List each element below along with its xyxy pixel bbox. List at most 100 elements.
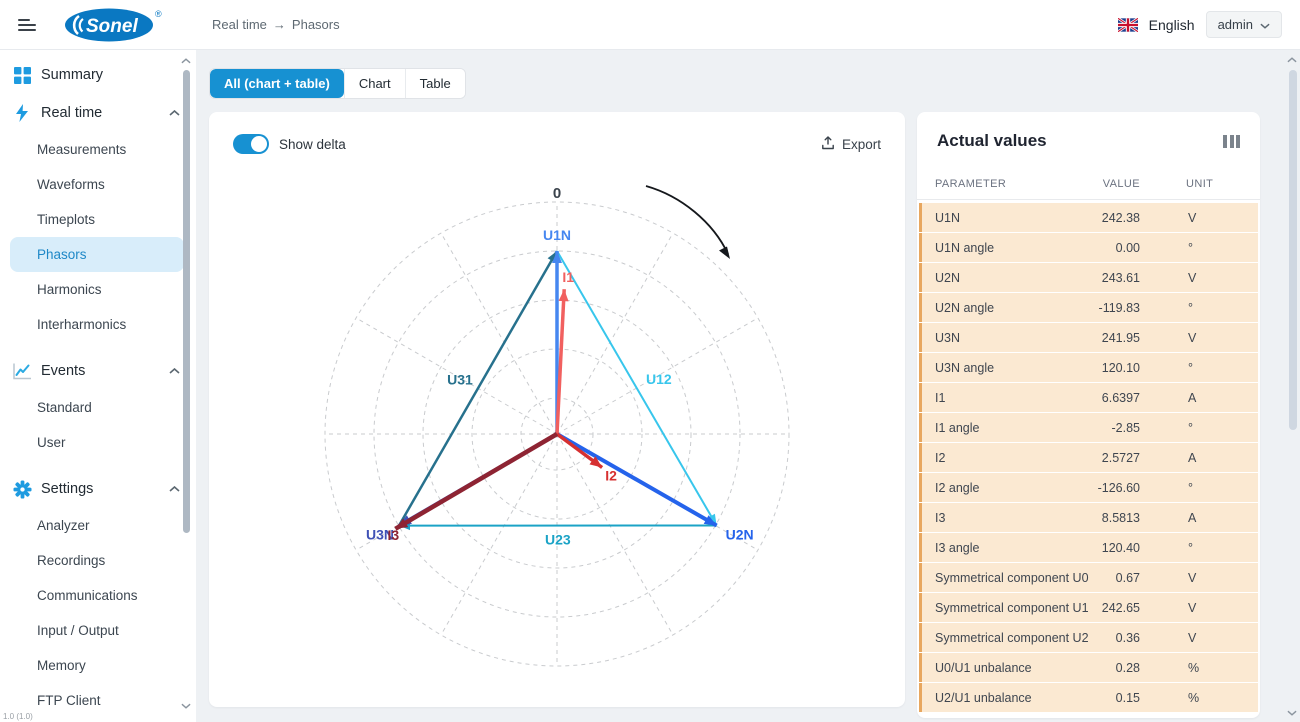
sidebar-item-settings[interactable]: Settings <box>0 470 196 508</box>
vector-label-I2: I2 <box>605 468 617 484</box>
sidebar-item-real-time[interactable]: Real time <box>0 94 196 132</box>
phasor-chart-card: Show delta Export 0U12U23U31U1NU2NU3NI1I… <box>209 112 905 707</box>
value-cell: 0.36 <box>1094 631 1172 645</box>
sidebar: Summary Real time MeasurementsWaveformsT… <box>0 50 196 722</box>
table-row: I1 6.6397 A <box>919 383 1258 412</box>
unit-cell: ° <box>1172 301 1258 315</box>
rotation-direction-arrowhead <box>719 247 730 260</box>
table-row: U0/U1 unbalance 0.28 % <box>919 653 1258 682</box>
sonel-logo: Sonel ® <box>64 7 164 43</box>
delta-edge-label-U31: U31 <box>447 371 473 387</box>
sidebar-subitem[interactable]: Harmonics <box>10 272 184 307</box>
table-row: I2 angle -126.60 ° <box>919 473 1258 502</box>
grid-spoke <box>557 434 673 635</box>
unit-cell: ° <box>1172 421 1258 435</box>
sidebar-subitem[interactable]: Recordings <box>10 543 184 578</box>
topbar: Sonel ® Real time → Phasors English admi… <box>0 0 1300 50</box>
parameter-cell: U1N <box>922 211 1094 225</box>
tab-table[interactable]: Table <box>405 69 465 98</box>
sidebar-item-events[interactable]: Events <box>0 352 196 390</box>
unit-cell: ° <box>1172 481 1258 495</box>
parameter-cell: I2 <box>922 451 1094 465</box>
parameter-cell: U1N angle <box>922 241 1094 255</box>
dashboard-grid-icon <box>13 67 32 84</box>
table-row: U2N angle -119.83 ° <box>919 293 1258 322</box>
page-scrollbar-thumb[interactable] <box>1289 70 1297 430</box>
unit-cell: V <box>1172 331 1258 345</box>
column-header-parameter: PARAMETER <box>919 178 1094 190</box>
table-row: I3 8.5813 A <box>919 503 1258 532</box>
parameter-cell: I1 angle <box>922 421 1094 435</box>
page-scroll-up-icon[interactable] <box>1287 57 1297 63</box>
sidebar-subitem[interactable]: FTP Client <box>10 683 184 718</box>
sidebar-subitem[interactable]: Timeplots <box>10 202 184 237</box>
show-delta-toggle[interactable]: Show delta <box>233 134 346 154</box>
value-cell: 243.61 <box>1094 271 1172 285</box>
page-scroll-down-icon[interactable] <box>1287 710 1297 716</box>
tab-all-chart-table[interactable]: All (chart + table) <box>210 69 344 98</box>
uk-flag-icon <box>1118 18 1138 32</box>
unit-cell: V <box>1172 211 1258 225</box>
unit-cell: ° <box>1172 241 1258 255</box>
user-menu-button[interactable]: admin <box>1206 11 1282 38</box>
export-upload-icon <box>821 136 835 153</box>
sidebar-item-label: Summary <box>41 67 103 83</box>
value-cell: 2.5727 <box>1094 451 1172 465</box>
vector-label-U1N: U1N <box>543 227 571 243</box>
sidebar-subitem[interactable]: Memory <box>10 648 184 683</box>
user-menu-label: admin <box>1218 17 1253 32</box>
grid-spoke <box>557 233 673 434</box>
column-header-unit: UNIT <box>1172 178 1258 190</box>
unit-cell: ° <box>1172 541 1258 555</box>
sidebar-group-summary: Summary <box>0 56 196 94</box>
language-selector[interactable]: English <box>1149 17 1195 33</box>
table-header-row: PARAMETER VALUE UNIT <box>917 178 1260 200</box>
parameter-cell: Symmetrical component U0 <box>922 571 1094 585</box>
sidebar-group-settings: Settings AnalyzerRecordingsCommunication… <box>0 470 196 718</box>
table-row: U2N 243.61 V <box>919 263 1258 292</box>
value-cell: 0.15 <box>1094 691 1172 705</box>
actual-values-table: U1N 242.38 V U1N angle 0.00 ° U2N <box>917 200 1260 712</box>
sidebar-subitem[interactable]: Input / Output <box>10 613 184 648</box>
parameter-cell: U2N <box>922 271 1094 285</box>
parameter-cell: I1 <box>922 391 1094 405</box>
app-version: 1.0 (1.0) <box>3 712 33 721</box>
sidebar-scroll-up-icon[interactable] <box>181 58 191 64</box>
grid-spoke <box>441 434 557 635</box>
parameter-cell: U3N <box>922 331 1094 345</box>
vector-label-I3: I3 <box>388 527 400 543</box>
chevron-up-icon <box>169 368 180 374</box>
table-row: I1 angle -2.85 ° <box>919 413 1258 442</box>
export-button[interactable]: Export <box>821 136 881 153</box>
toggle-switch-on[interactable] <box>233 134 269 154</box>
brand-registered-mark: ® <box>155 9 162 19</box>
sidebar-subitem[interactable]: User <box>10 425 184 460</box>
sidebar-subitem[interactable]: Communications <box>10 578 184 613</box>
table-columns-icon[interactable] <box>1223 135 1240 148</box>
sidebar-scroll-down-icon[interactable] <box>181 703 191 709</box>
unit-cell: A <box>1172 511 1258 525</box>
events-chart-icon <box>13 363 32 380</box>
sidebar-group-real-time: Real time MeasurementsWaveformsTimeplots… <box>0 94 196 342</box>
breadcrumb-page: Phasors <box>292 17 340 32</box>
breadcrumb-arrow-icon: → <box>273 17 286 32</box>
table-row: Symmetrical component U1 242.65 V <box>919 593 1258 622</box>
sidebar-subitem[interactable]: Phasors <box>10 237 184 272</box>
hamburger-menu-icon[interactable] <box>18 16 38 34</box>
sidebar-group-events: Events StandardUser <box>0 352 196 460</box>
sidebar-scrollbar-thumb[interactable] <box>183 70 190 533</box>
parameter-cell: U2/U1 unbalance <box>922 691 1094 705</box>
sidebar-subitem[interactable]: Analyzer <box>10 508 184 543</box>
table-row: I3 angle 120.40 ° <box>919 533 1258 562</box>
column-header-value: VALUE <box>1094 178 1172 190</box>
unit-cell: V <box>1172 601 1258 615</box>
tab-chart[interactable]: Chart <box>344 69 405 98</box>
value-cell: 8.5813 <box>1094 511 1172 525</box>
sidebar-subitem[interactable]: Waveforms <box>10 167 184 202</box>
lightning-icon <box>13 104 32 122</box>
sidebar-subitem[interactable]: Measurements <box>10 132 184 167</box>
sidebar-subitem[interactable]: Interharmonics <box>10 307 184 342</box>
sidebar-subitem[interactable]: Standard <box>10 390 184 425</box>
table-row: U2/U1 unbalance 0.15 % <box>919 683 1258 712</box>
sidebar-item-summary[interactable]: Summary <box>0 56 196 94</box>
